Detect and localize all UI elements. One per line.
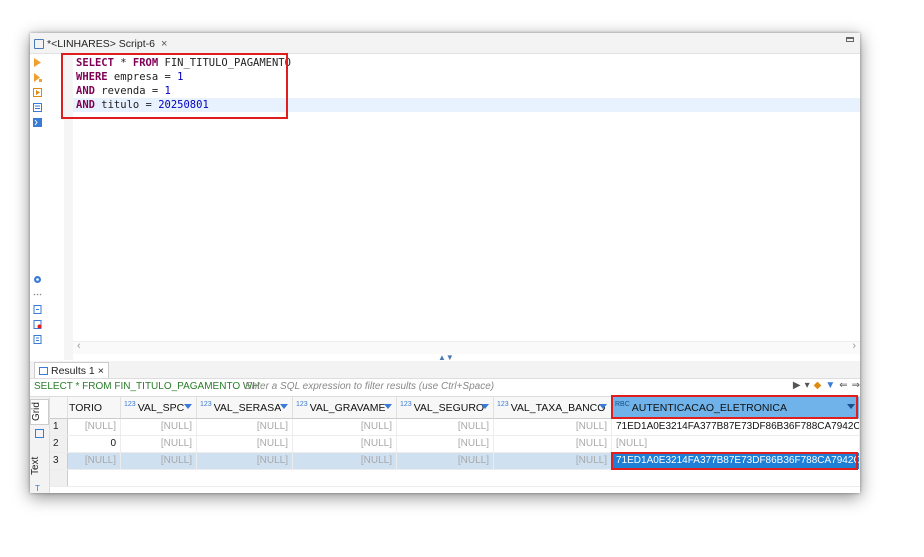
apply-filter-icon[interactable]: ▶ [793, 380, 801, 391]
query-text[interactable]: SELECT * FROM FIN_TITULO_PAGAMENTO WH [34, 381, 260, 392]
editor-horizontal-scrollbar[interactable]: ‹ › [73, 340, 860, 354]
results-grid-icon [39, 366, 48, 375]
tab-grid[interactable]: Grid [30, 399, 49, 425]
table-cell[interactable]: [NULL] [68, 453, 121, 469]
table-cell[interactable]: [NULL] [494, 419, 612, 435]
filter-toolbar: ▶ ▾ ◆ ▼ ⇐ ⇒ [793, 380, 860, 391]
row-number[interactable]: 2 [50, 436, 68, 452]
numeric-type-icon: 123 [400, 401, 412, 408]
tab-script[interactable]: *<LINHARES> Script-6 × [34, 36, 167, 52]
sql-line-1: SELECT * FROM FIN_TITULO_PAGAMENTO [76, 57, 291, 69]
app-window: *<LINHARES> Script-6 × SELECT * FROM FIN… [30, 33, 860, 493]
table-cell-selected[interactable]: 71ED1A0E3214FA377B87E73DF86B36F788CA7942… [612, 453, 860, 469]
erase-filter-icon[interactable]: ◆ [814, 380, 822, 391]
column-header[interactable]: TORIO [68, 397, 121, 419]
close-icon[interactable]: × [98, 365, 104, 377]
execute-new-tab-icon[interactable] [33, 88, 42, 97]
table-cell[interactable]: [NULL] [494, 436, 612, 452]
more-icon[interactable] [33, 290, 42, 299]
column-header[interactable]: 123 VAL_SPC [121, 397, 197, 419]
row-number[interactable]: 3 [50, 453, 68, 469]
table-cell[interactable]: [NULL] [494, 453, 612, 469]
column-menu-icon[interactable] [280, 404, 288, 409]
filter-history-icon[interactable]: ▾ [805, 380, 810, 391]
load-file-icon[interactable] [33, 320, 42, 329]
row-number [50, 470, 68, 486]
table-cell[interactable]: 71ED1A0E3214FA377B87E73DF86B36F788CA7942… [612, 419, 860, 435]
table-row[interactable]: 2 0 [NULL] [NULL] [NULL] [NULL] [NULL] [… [50, 436, 860, 453]
scroll-right-icon[interactable]: › [852, 340, 856, 352]
text-type-icon: RBC [615, 401, 630, 408]
sql-line-3: AND revenda = 1 [76, 85, 171, 97]
sql-editor[interactable]: SELECT * FROM FIN_TITULO_PAGAMENTO WHERE… [73, 54, 860, 348]
table-cell[interactable]: [NULL] [612, 436, 860, 452]
table-row-selected[interactable]: 3 [NULL] [NULL] [NULL] [NULL] [NULL] [NU… [50, 453, 860, 470]
terminal-icon[interactable] [33, 118, 42, 127]
close-icon[interactable]: × [161, 38, 167, 50]
minimize-icon[interactable] [846, 37, 854, 42]
tab-title: *<LINHARES> Script-6 [47, 38, 155, 50]
gear-icon[interactable] [33, 275, 42, 284]
table-row[interactable]: 1 [NULL] [NULL] [NULL] [NULL] [NULL] [NU… [50, 419, 860, 436]
numeric-type-icon: 123 [296, 401, 308, 408]
export-icon[interactable] [33, 305, 42, 314]
results-tab-bar: Results 1 × [30, 361, 860, 379]
table-cell[interactable]: [NULL] [197, 436, 293, 452]
back-icon[interactable]: ⇐ [839, 380, 847, 391]
table-cell[interactable]: [NULL] [397, 436, 494, 452]
table-cell[interactable]: [NULL] [197, 419, 293, 435]
tab-results-1[interactable]: Results 1 × [34, 362, 109, 378]
column-header[interactable]: 123 VAL_SERASA [197, 397, 293, 419]
execute-script-icon[interactable] [33, 73, 42, 82]
results-tab-label: Results 1 [51, 364, 95, 377]
tab-text[interactable]: Text [30, 453, 49, 479]
text-mode-icon: T [35, 484, 40, 493]
row-number-header [50, 397, 68, 419]
numeric-type-icon: 123 [200, 401, 212, 408]
table-cell[interactable]: [NULL] [68, 419, 121, 435]
scroll-left-icon[interactable]: ‹ [77, 340, 81, 352]
numeric-type-icon: 123 [124, 401, 136, 408]
numeric-type-icon: 123 [497, 401, 509, 408]
table-cell[interactable]: [NULL] [121, 436, 197, 452]
editor-tab-bar: *<LINHARES> Script-6 × [30, 33, 860, 54]
table-cell[interactable]: [NULL] [293, 436, 397, 452]
sql-script-icon [34, 39, 44, 49]
execute-statement-icon[interactable] [33, 58, 42, 67]
column-header[interactable]: 123 VAL_GRAVAME [293, 397, 397, 419]
result-view-tabs: Grid Text T [30, 397, 50, 493]
table-cell[interactable]: [NULL] [293, 419, 397, 435]
table-cell[interactable]: [NULL] [397, 453, 494, 469]
explain-plan-icon[interactable] [33, 103, 42, 112]
filter-bar: SELECT * FROM FIN_TITULO_PAGAMENTO WH En… [30, 379, 860, 397]
column-header-autenticacao[interactable]: RBC AUTENTICACAO_ELETRONICA [612, 397, 860, 419]
funnel-icon[interactable]: ▼ [825, 380, 835, 391]
editor-toolbar [30, 54, 44, 360]
table-cell[interactable]: [NULL] [121, 453, 197, 469]
column-menu-icon[interactable] [481, 404, 489, 409]
sql-line-4: AND titulo = 20250801 [76, 99, 209, 111]
column-menu-icon[interactable] [384, 404, 392, 409]
results-grid: TORIO 123 VAL_SPC 123 VAL_SERASA 123 VAL… [50, 397, 860, 493]
grid-icon [35, 429, 44, 438]
table-cell[interactable]: [NULL] [121, 419, 197, 435]
column-header[interactable]: 123 VAL_TAXA_BANCO [494, 397, 612, 419]
save-file-icon[interactable] [33, 335, 42, 344]
filter-input[interactable]: Enter a SQL expression to filter results… [245, 381, 494, 392]
forward-icon[interactable]: ⇒ [852, 380, 860, 391]
table-cell[interactable]: [NULL] [197, 453, 293, 469]
column-menu-icon[interactable] [599, 404, 607, 409]
table-cell[interactable]: [NULL] [293, 453, 397, 469]
sql-line-2: WHERE empresa = 1 [76, 71, 184, 83]
row-number[interactable]: 1 [50, 419, 68, 435]
column-menu-icon[interactable] [847, 404, 855, 409]
table-cell[interactable]: [NULL] [397, 419, 494, 435]
line-number-ruler [64, 54, 73, 360]
table-cell[interactable]: 0 [68, 436, 121, 452]
column-menu-icon[interactable] [184, 404, 192, 409]
table-row-empty [50, 470, 860, 487]
column-header[interactable]: 123 VAL_SEGURO [397, 397, 494, 419]
